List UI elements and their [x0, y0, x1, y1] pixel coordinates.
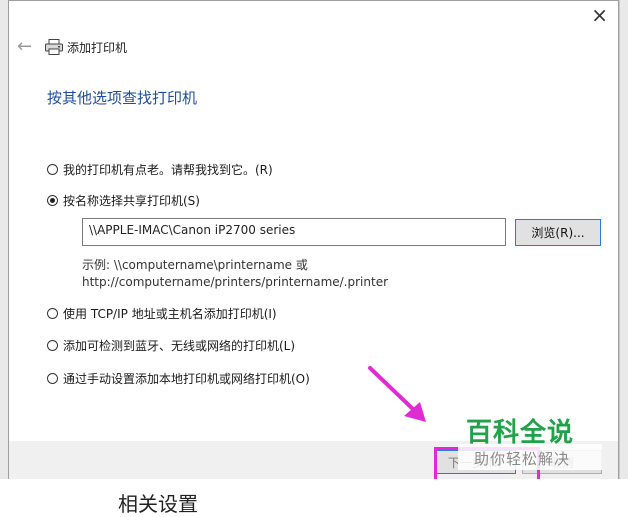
background-window-bottom [0, 479, 628, 499]
option-local-manual-label: 通过手动设置添加本地打印机或网络打印机(O) [63, 372, 310, 386]
option-bluetooth-wireless-label: 添加可检测到蓝牙、无线或网络的打印机(L) [63, 339, 296, 353]
radio-tcpip[interactable] [47, 308, 58, 319]
option-local-manual[interactable]: 通过手动设置添加本地打印机或网络打印机(O) [47, 370, 310, 387]
page-heading: 按其他选项查找打印机 [47, 89, 198, 107]
pointer-arrow-icon [368, 366, 426, 422]
example-text: 示例: \\computername\printername 或 http://… [82, 257, 388, 291]
radio-shared-printer[interactable] [47, 195, 58, 206]
radio-bluetooth-wireless[interactable] [47, 340, 58, 351]
watermark-subtitle: 助你轻松解决 [474, 450, 571, 468]
option-bluetooth-wireless[interactable]: 添加可检测到蓝牙、无线或网络的打印机(L) [47, 337, 295, 354]
background-related-settings: 相关设置 [118, 492, 198, 516]
example-line-2: http://computername/printers/printername… [82, 275, 389, 289]
radio-local-manual[interactable] [47, 373, 58, 384]
option-shared-printer-label: 按名称选择共享打印机(S) [63, 194, 200, 208]
option-tcpip-label: 使用 TCP/IP 地址或主机名添加打印机(I) [63, 307, 277, 321]
option-old-printer[interactable]: 我的打印机有点老。请帮我找到它。(R) [47, 161, 273, 178]
radio-old-printer[interactable] [47, 164, 58, 175]
option-old-printer-label: 我的打印机有点老。请帮我找到它。(R) [63, 163, 273, 177]
background-window-right [619, 0, 628, 499]
example-line-1: 示例: \\computername\printername 或 [82, 258, 308, 272]
window-title: 添加打印机 [67, 41, 128, 55]
browse-button[interactable]: 浏览(R)... [515, 219, 601, 246]
shared-printer-name-input[interactable]: \\APPLE-IMAC\Canon iP2700 series [82, 218, 506, 246]
printer-icon [45, 39, 63, 55]
watermark-title: 百科全说 [466, 418, 575, 448]
option-tcpip[interactable]: 使用 TCP/IP 地址或主机名添加打印机(I) [47, 305, 277, 322]
close-icon[interactable]: × [591, 5, 608, 25]
option-shared-printer[interactable]: 按名称选择共享打印机(S) [47, 192, 200, 209]
back-arrow-icon[interactable]: ← [17, 36, 32, 57]
